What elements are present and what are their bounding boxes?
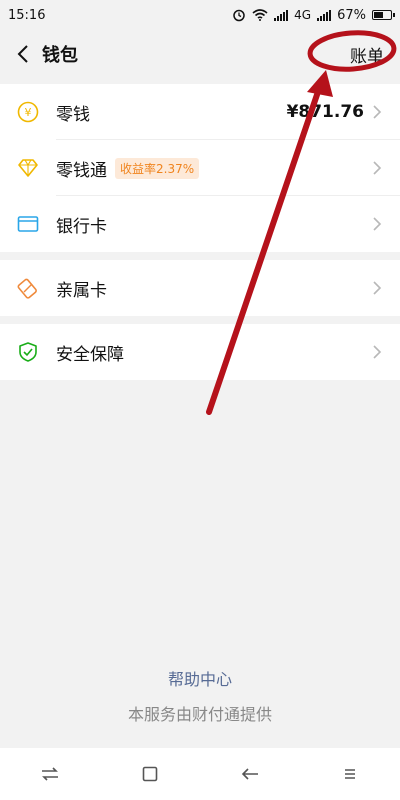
network-type: 4G xyxy=(294,8,312,22)
yield-badge: 收益率2.37% xyxy=(115,157,200,179)
list-item-security[interactable]: 安全保障 xyxy=(0,324,400,380)
security-group: 安全保障 xyxy=(0,324,400,380)
home-icon[interactable] xyxy=(136,760,164,788)
bank-card-icon xyxy=(16,212,40,236)
status-time: 15:16 xyxy=(8,7,46,23)
status-bar: 15:16 4G 67% xyxy=(0,0,400,30)
battery-fill xyxy=(374,12,384,18)
chevron-right-icon xyxy=(373,281,382,295)
diamond-icon xyxy=(16,156,40,180)
chevron-right-icon xyxy=(373,161,382,175)
svg-text:¥: ¥ xyxy=(25,106,32,119)
switch-apps-icon[interactable] xyxy=(36,760,64,788)
yuan-coin-icon: ¥ xyxy=(16,100,40,124)
balance-value: ¥871.76 xyxy=(286,102,364,122)
battery-icon xyxy=(372,10,395,20)
item-label: 亲属卡 xyxy=(56,280,107,301)
help-center-link[interactable]: 帮助中心 xyxy=(0,666,400,690)
battery-percent: 67% xyxy=(337,7,366,23)
menu-icon[interactable] xyxy=(336,760,364,788)
status-icons: 4G 67% xyxy=(232,7,395,23)
wifi-icon xyxy=(252,9,268,21)
list-item-bank-card[interactable]: 银行卡 xyxy=(0,196,400,252)
list-item-lingqiantong[interactable]: 零钱通 收益率2.37% xyxy=(0,140,400,196)
chevron-right-icon xyxy=(373,345,382,359)
item-label: 银行卡 xyxy=(56,216,107,237)
provider-text: 本服务由财付通提供 xyxy=(127,705,272,724)
item-label: 安全保障 xyxy=(56,344,124,365)
alarm-icon xyxy=(233,9,245,22)
chevron-right-icon xyxy=(373,105,382,119)
signal-icon-2 xyxy=(317,9,332,21)
page-title: 钱包 xyxy=(42,45,78,66)
bill-button[interactable]: 账单 xyxy=(350,42,384,67)
item-label: 零钱通 xyxy=(56,160,107,181)
chevron-right-icon xyxy=(373,217,382,231)
item-label: 零钱 xyxy=(56,104,90,125)
back-icon[interactable] xyxy=(8,39,38,69)
back-nav-icon[interactable] xyxy=(236,760,264,788)
list-item-change[interactable]: ¥ 零钱 ¥871.76 xyxy=(0,84,400,140)
shield-icon xyxy=(16,340,40,364)
family-group: 亲属卡 xyxy=(0,260,400,316)
system-nav-bar xyxy=(0,748,400,800)
nav-bar: 钱包 账单 xyxy=(0,30,400,78)
family-card-icon xyxy=(16,276,40,300)
list-item-family-card[interactable]: 亲属卡 xyxy=(0,260,400,316)
wallet-group: ¥ 零钱 ¥871.76 零钱通 收益率2.37% 银行卡 xyxy=(0,84,400,252)
signal-icon xyxy=(274,9,289,21)
